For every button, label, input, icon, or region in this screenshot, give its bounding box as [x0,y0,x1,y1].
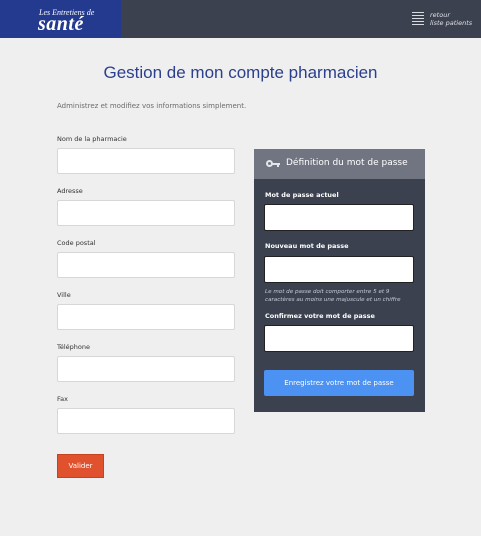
postal-code-label: Code postal [57,239,96,247]
city-label: Ville [57,291,71,299]
address-input[interactable] [57,200,235,226]
new-password-label: Nouveau mot de passe [265,242,349,250]
postal-code-input[interactable] [57,252,235,278]
key-icon [266,160,280,168]
list-icon [412,12,424,25]
confirm-password-input[interactable] [264,325,414,352]
address-label: Adresse [57,187,83,195]
back-line2: liste patients [430,19,473,27]
back-line1: retour [430,11,450,19]
current-password-label: Mot de passe actuel [265,191,339,199]
password-panel: Définition du mot de passe Mot de passe … [254,149,425,412]
fax-label: Fax [57,395,68,403]
current-password-input[interactable] [264,204,414,231]
password-hint: Le mot de passe doit comporter entre 5 e… [265,289,401,303]
page-subtitle: Administrez et modifiez vos informations… [57,102,247,110]
top-bar: Les Entretiens de santé retour liste pat… [0,0,481,38]
password-panel-title: Définition du mot de passe [286,158,408,168]
pharmacy-name-input[interactable] [57,148,235,174]
password-panel-header: Définition du mot de passe [254,149,425,179]
save-password-button[interactable]: Enregistrez votre mot de passe [264,370,414,396]
phone-label: Téléphone [57,343,91,351]
pharmacy-name-label: Nom de la pharmacie [57,135,127,143]
confirm-password-label: Confirmez votre mot de passe [265,312,375,320]
brand-logo[interactable]: Les Entretiens de santé [0,0,121,38]
fax-input[interactable] [57,408,235,434]
submit-button[interactable]: Valider [57,454,104,478]
back-to-patients-link[interactable]: retour liste patients [410,10,476,30]
new-password-input[interactable] [264,256,414,283]
city-input[interactable] [57,304,235,330]
brand-line2: santé [38,13,84,35]
phone-input[interactable] [57,356,235,382]
page-title: Gestion de mon compte pharmacien [103,63,378,82]
back-link-text: retour liste patients [430,11,472,27]
